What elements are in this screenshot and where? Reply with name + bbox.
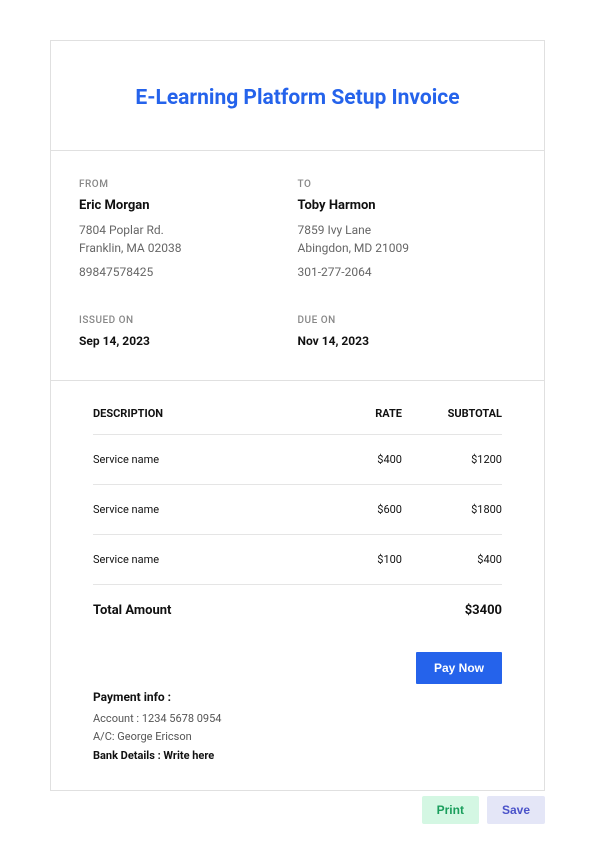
- table-row: Service name $400 $1200: [93, 434, 502, 484]
- to-phone: 301-277-2064: [298, 265, 517, 279]
- total-row: Total Amount $3400: [93, 584, 502, 628]
- paynow-wrap: Pay Now: [93, 652, 502, 684]
- header-section: E-Learning Platform Setup Invoice: [51, 41, 544, 151]
- col-sub-header: SUBTOTAL: [402, 407, 502, 420]
- item-desc: Service name: [93, 453, 312, 466]
- from-name: Eric Morgan: [79, 198, 298, 213]
- due-block: DUE ON Nov 14, 2023: [298, 315, 517, 348]
- item-sub: $1800: [402, 503, 502, 516]
- due-label: DUE ON: [298, 315, 517, 326]
- payment-bank: Bank Details : Write here: [93, 749, 502, 762]
- from-addr1: 7804 Poplar Rd.: [79, 221, 298, 239]
- payment-account: Account : 1234 5678 0954: [93, 710, 502, 728]
- col-rate-header: RATE: [312, 407, 402, 420]
- issued-value: Sep 14, 2023: [79, 334, 298, 348]
- due-value: Nov 14, 2023: [298, 334, 517, 348]
- to-addr1: 7859 Ivy Lane: [298, 221, 517, 239]
- print-button[interactable]: Print: [422, 796, 479, 824]
- items-section: DESCRIPTION RATE SUBTOTAL Service name $…: [51, 381, 544, 790]
- save-button[interactable]: Save: [487, 796, 545, 824]
- item-rate: $100: [312, 553, 402, 566]
- payment-info: Payment info : Account : 1234 5678 0954 …: [93, 690, 502, 762]
- invoice-title: E-Learning Platform Setup Invoice: [71, 86, 524, 110]
- item-sub: $400: [402, 553, 502, 566]
- table-row: Service name $600 $1800: [93, 484, 502, 534]
- col-desc-header: DESCRIPTION: [93, 407, 312, 420]
- to-block: TO Toby Harmon 7859 Ivy Lane Abingdon, M…: [298, 179, 517, 279]
- from-label: FROM: [79, 179, 298, 190]
- item-rate: $400: [312, 453, 402, 466]
- total-value: $3400: [465, 603, 502, 618]
- from-block: FROM Eric Morgan 7804 Poplar Rd. Frankli…: [79, 179, 298, 279]
- dates-row: ISSUED ON Sep 14, 2023 DUE ON Nov 14, 20…: [79, 315, 516, 348]
- item-desc: Service name: [93, 553, 312, 566]
- to-label: TO: [298, 179, 517, 190]
- pay-now-button[interactable]: Pay Now: [416, 652, 502, 684]
- payment-ac: A/C: George Ericson: [93, 728, 502, 746]
- payment-title: Payment info :: [93, 690, 502, 704]
- parties-row: FROM Eric Morgan 7804 Poplar Rd. Frankli…: [79, 179, 516, 279]
- invoice-container: E-Learning Platform Setup Invoice FROM E…: [50, 40, 545, 791]
- issued-label: ISSUED ON: [79, 315, 298, 326]
- item-rate: $600: [312, 503, 402, 516]
- from-phone: 89847578425: [79, 265, 298, 279]
- total-label: Total Amount: [93, 603, 465, 618]
- table-header: DESCRIPTION RATE SUBTOTAL: [93, 407, 502, 434]
- items-table: DESCRIPTION RATE SUBTOTAL Service name $…: [93, 407, 502, 628]
- actions-bar: Print Save: [422, 796, 545, 824]
- item-desc: Service name: [93, 503, 312, 516]
- to-addr2: Abingdon, MD 21009: [298, 239, 517, 257]
- from-addr2: Franklin, MA 02038: [79, 239, 298, 257]
- table-row: Service name $100 $400: [93, 534, 502, 584]
- to-name: Toby Harmon: [298, 198, 517, 213]
- item-sub: $1200: [402, 453, 502, 466]
- issued-block: ISSUED ON Sep 14, 2023: [79, 315, 298, 348]
- info-section: FROM Eric Morgan 7804 Poplar Rd. Frankli…: [51, 151, 544, 381]
